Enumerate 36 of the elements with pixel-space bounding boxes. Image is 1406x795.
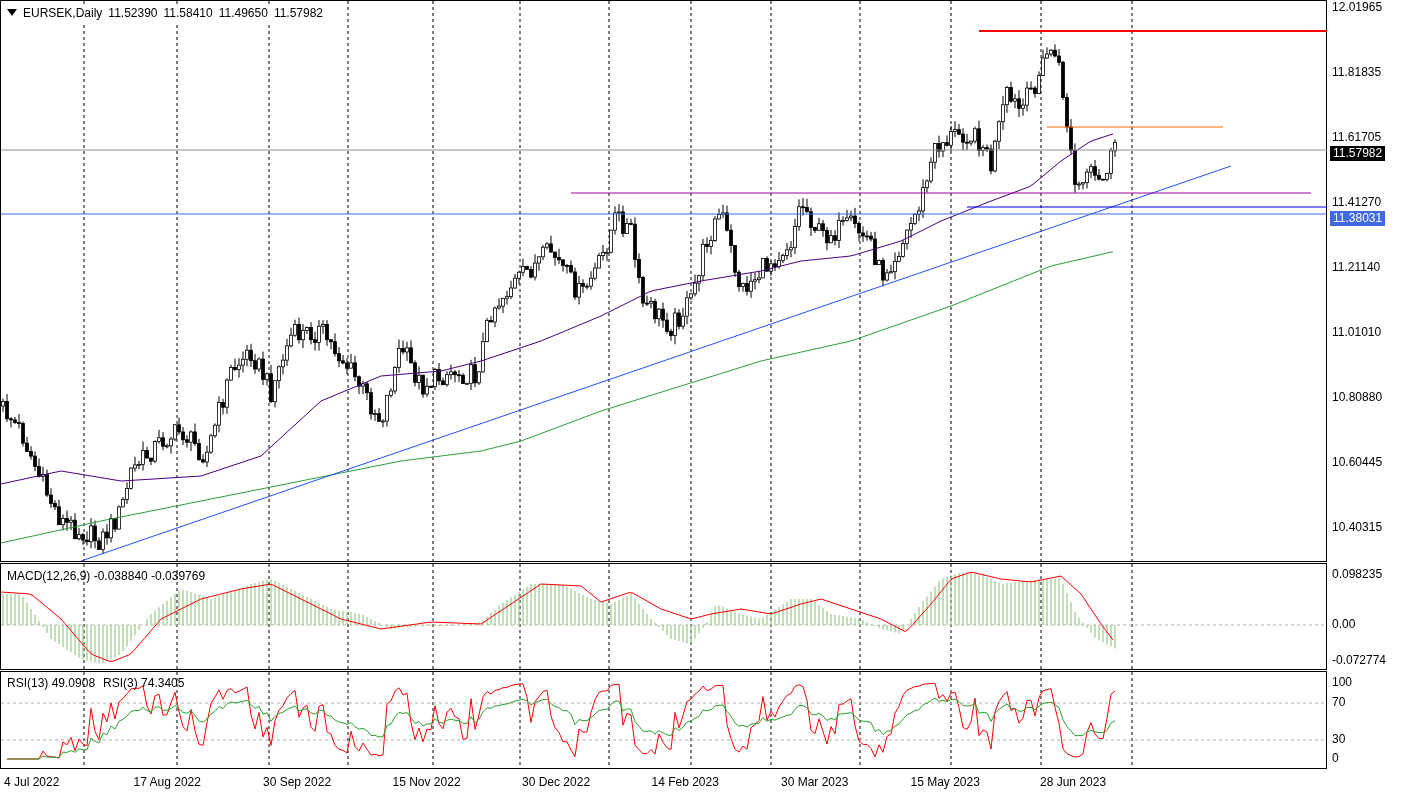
price-axis-label: 12.01965: [1332, 1, 1383, 14]
ohlc-value: 11.58410: [163, 5, 213, 22]
date-axis-label: 14 Feb 2023: [651, 774, 719, 792]
date-axis-label: 4 Jul 2022: [4, 774, 60, 792]
date-axis-label: 30 Dec 2022: [522, 774, 591, 792]
rsi-axis-label: 70: [1332, 695, 1346, 710]
price-axis-label: 11.21140: [1332, 261, 1381, 274]
date-axis-label: 30 Mar 2023: [781, 774, 849, 792]
macd-axis-label: 0.00: [1332, 616, 1356, 631]
macd-axis-label: -0.072774: [1332, 652, 1387, 667]
date-axis-label: 28 Jun 2023: [1040, 774, 1107, 792]
date-axis-label: 15 May 2023: [910, 774, 980, 792]
price-axis-label: 11.01010: [1332, 326, 1382, 339]
symbol-title: EURSEK,Daily: [23, 5, 103, 22]
price-tag: 11.38031: [1330, 211, 1386, 226]
rsi-axis-label: 100: [1332, 675, 1353, 690]
ohlc-value: 11.52390: [108, 5, 158, 22]
ohlc-value: 11.57982: [273, 5, 324, 22]
price-axis-label: 10.40315: [1332, 521, 1383, 534]
price-axis-label: 10.80880: [1332, 391, 1383, 404]
date-axis-label: 15 Nov 2022: [392, 774, 461, 792]
macd-axis-label: 0.098235: [1332, 566, 1383, 581]
ohlc-value: 11.49650: [218, 5, 268, 22]
rsi-axis-label: 30: [1332, 732, 1346, 747]
macd-label: MACD(12,26,9) -0.038840 -0.039769: [7, 567, 206, 585]
rsi-label: RSI(13) 49.0908: [7, 675, 96, 693]
price-axis-label: 11.61705: [1332, 131, 1382, 144]
price-axis-label: 11.81835: [1332, 66, 1382, 79]
rsi-label: RSI(3) 74.3405: [103, 675, 185, 693]
rsi-axis-label: 0: [1332, 751, 1339, 766]
price-axis-label: 11.41270: [1332, 196, 1382, 209]
price-tag: 11.57982: [1330, 146, 1386, 161]
collapse-triangle-icon[interactable]: [7, 9, 17, 17]
date-axis-label: 30 Sep 2022: [263, 774, 332, 792]
price-axis-label: 10.60445: [1332, 456, 1383, 469]
date-axis-label: 17 Aug 2022: [133, 774, 201, 792]
